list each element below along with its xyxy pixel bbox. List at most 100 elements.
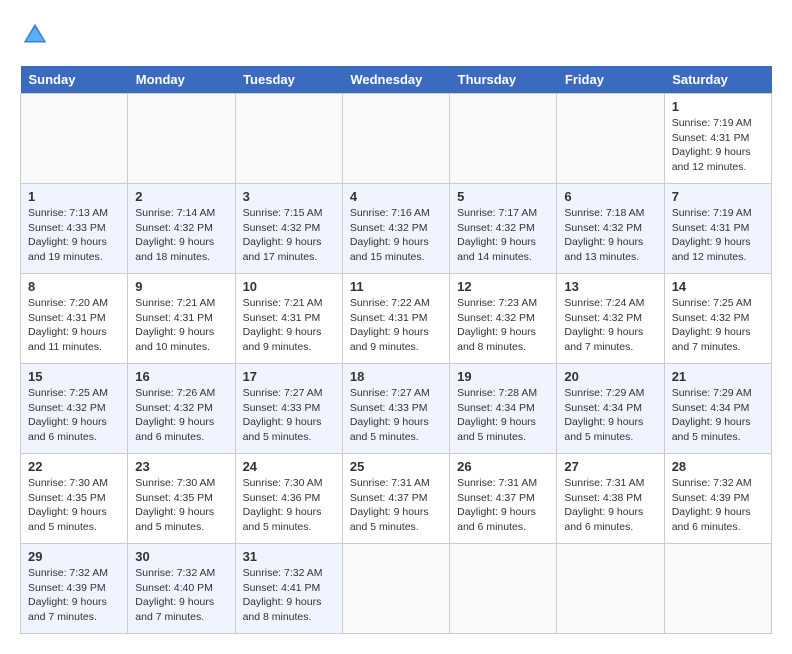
calendar-cell: 1 Sunrise: 7:19 AMSunset: 4:31 PMDaylight… <box>664 94 771 184</box>
calendar-cell: 15 Sunrise: 7:25 AMSunset: 4:32 PMDayligh… <box>21 364 128 454</box>
calendar-cell: 28Sunrise: 7:32 AMSunset: 4:39 PMDayligh… <box>664 454 771 544</box>
day-number: 22 <box>28 459 120 474</box>
day-info: Sunrise: 7:18 AMSunset: 4:32 PMDaylight:… <box>564 206 656 265</box>
day-number: 5 <box>457 189 549 204</box>
day-info: Sunrise: 7:30 AMSunset: 4:36 PMDaylight:… <box>243 476 335 535</box>
header-saturday: Saturday <box>664 66 771 94</box>
day-info: Sunrise: 7:29 AMSunset: 4:34 PMDaylight:… <box>672 386 764 445</box>
calendar-cell: 3 Sunrise: 7:15 AMSunset: 4:32 PMDaylight… <box>235 184 342 274</box>
calendar-cell: 31 Sunrise: 7:32 AMSunset: 4:41 PMDayligh… <box>235 544 342 634</box>
header-thursday: Thursday <box>450 66 557 94</box>
day-info: Sunrise: 7:31 AMSunset: 4:37 PMDaylight:… <box>457 476 549 535</box>
day-number: 21 <box>672 369 764 384</box>
calendar-week-row: 29Sunrise: 7:32 AMSunset: 4:39 PMDayligh… <box>21 544 772 634</box>
day-number: 1 <box>672 99 764 114</box>
day-number: 9 <box>135 279 227 294</box>
day-info: Sunrise: 7:21 AMSunset: 4:31 PMDaylight:… <box>243 296 335 355</box>
calendar-table: SundayMondayTuesdayWednesdayThursdayFrid… <box>20 66 772 634</box>
day-info: Sunrise: 7:17 AMSunset: 4:32 PMDaylight:… <box>457 206 549 265</box>
day-info: Sunrise: 7:19 AMSunset: 4:31 PMDaylight:… <box>672 206 764 265</box>
day-number: 18 <box>350 369 442 384</box>
calendar-cell <box>128 94 235 184</box>
calendar-cell: 6 Sunrise: 7:18 AMSunset: 4:32 PMDaylight… <box>557 184 664 274</box>
day-info: Sunrise: 7:16 AMSunset: 4:32 PMDaylight:… <box>350 206 442 265</box>
calendar-cell <box>664 544 771 634</box>
calendar-cell: 18 Sunrise: 7:27 AMSunset: 4:33 PMDayligh… <box>342 364 449 454</box>
day-number: 31 <box>243 549 335 564</box>
calendar-cell: 26 Sunrise: 7:31 AMSunset: 4:37 PMDayligh… <box>450 454 557 544</box>
calendar-cell: 23 Sunrise: 7:30 AMSunset: 4:35 PMDayligh… <box>128 454 235 544</box>
day-number: 6 <box>564 189 656 204</box>
calendar-cell: 9 Sunrise: 7:21 AMSunset: 4:31 PMDaylight… <box>128 274 235 364</box>
calendar-cell: 2Sunrise: 7:14 AMSunset: 4:32 PMDaylight… <box>128 184 235 274</box>
day-info: Sunrise: 7:24 AMSunset: 4:32 PMDaylight:… <box>564 296 656 355</box>
day-number: 4 <box>350 189 442 204</box>
calendar-cell: 13 Sunrise: 7:24 AMSunset: 4:32 PMDayligh… <box>557 274 664 364</box>
calendar-cell: 29Sunrise: 7:32 AMSunset: 4:39 PMDayligh… <box>21 544 128 634</box>
logo-icon <box>20 20 50 50</box>
day-info: Sunrise: 7:15 AMSunset: 4:32 PMDaylight:… <box>243 206 335 265</box>
day-number: 29 <box>28 549 120 564</box>
day-number: 25 <box>350 459 442 474</box>
page-header <box>20 20 772 50</box>
calendar-week-row: 15 Sunrise: 7:25 AMSunset: 4:32 PMDayligh… <box>21 364 772 454</box>
calendar-cell <box>342 94 449 184</box>
day-info: Sunrise: 7:21 AMSunset: 4:31 PMDaylight:… <box>135 296 227 355</box>
day-info: Sunrise: 7:23 AMSunset: 4:32 PMDaylight:… <box>457 296 549 355</box>
day-number: 27 <box>564 459 656 474</box>
day-number: 13 <box>564 279 656 294</box>
day-number: 14 <box>672 279 764 294</box>
day-number: 20 <box>564 369 656 384</box>
calendar-cell <box>235 94 342 184</box>
calendar-cell: 12Sunrise: 7:23 AMSunset: 4:32 PMDayligh… <box>450 274 557 364</box>
header-friday: Friday <box>557 66 664 94</box>
calendar-cell <box>450 544 557 634</box>
calendar-cell: 17Sunrise: 7:27 AMSunset: 4:33 PMDayligh… <box>235 364 342 454</box>
day-info: Sunrise: 7:32 AMSunset: 4:40 PMDaylight:… <box>135 566 227 625</box>
calendar-cell: 24 Sunrise: 7:30 AMSunset: 4:36 PMDayligh… <box>235 454 342 544</box>
day-number: 30 <box>135 549 227 564</box>
day-info: Sunrise: 7:25 AMSunset: 4:32 PMDaylight:… <box>672 296 764 355</box>
calendar-cell: 1Sunrise: 7:13 AMSunset: 4:33 PMDaylight… <box>21 184 128 274</box>
calendar-cell <box>450 94 557 184</box>
day-info: Sunrise: 7:32 AMSunset: 4:39 PMDaylight:… <box>672 476 764 535</box>
calendar-cell: 16Sunrise: 7:26 AMSunset: 4:32 PMDayligh… <box>128 364 235 454</box>
day-info: Sunrise: 7:32 AMSunset: 4:41 PMDaylight:… <box>243 566 335 625</box>
day-number: 8 <box>28 279 120 294</box>
day-info: Sunrise: 7:30 AMSunset: 4:35 PMDaylight:… <box>28 476 120 535</box>
calendar-cell: 27 Sunrise: 7:31 AMSunset: 4:38 PMDayligh… <box>557 454 664 544</box>
day-number: 26 <box>457 459 549 474</box>
calendar-cell <box>557 544 664 634</box>
day-info: Sunrise: 7:29 AMSunset: 4:34 PMDaylight:… <box>564 386 656 445</box>
header-monday: Monday <box>128 66 235 94</box>
calendar-cell: 20 Sunrise: 7:29 AMSunset: 4:34 PMDayligh… <box>557 364 664 454</box>
day-info: Sunrise: 7:22 AMSunset: 4:31 PMDaylight:… <box>350 296 442 355</box>
day-number: 17 <box>243 369 335 384</box>
calendar-week-row: 8Sunrise: 7:20 AMSunset: 4:31 PMDaylight… <box>21 274 772 364</box>
header-sunday: Sunday <box>21 66 128 94</box>
day-number: 23 <box>135 459 227 474</box>
day-info: Sunrise: 7:31 AMSunset: 4:37 PMDaylight:… <box>350 476 442 535</box>
day-info: Sunrise: 7:19 AMSunset: 4:31 PMDaylight:… <box>672 116 764 175</box>
day-number: 24 <box>243 459 335 474</box>
calendar-cell <box>342 544 449 634</box>
logo <box>20 20 54 50</box>
header-wednesday: Wednesday <box>342 66 449 94</box>
day-info: Sunrise: 7:26 AMSunset: 4:32 PMDaylight:… <box>135 386 227 445</box>
day-info: Sunrise: 7:25 AMSunset: 4:32 PMDaylight:… <box>28 386 120 445</box>
calendar-cell: 4 Sunrise: 7:16 AMSunset: 4:32 PMDaylight… <box>342 184 449 274</box>
day-info: Sunrise: 7:28 AMSunset: 4:34 PMDaylight:… <box>457 386 549 445</box>
day-number: 7 <box>672 189 764 204</box>
day-number: 10 <box>243 279 335 294</box>
day-info: Sunrise: 7:31 AMSunset: 4:38 PMDaylight:… <box>564 476 656 535</box>
day-info: Sunrise: 7:27 AMSunset: 4:33 PMDaylight:… <box>350 386 442 445</box>
day-info: Sunrise: 7:30 AMSunset: 4:35 PMDaylight:… <box>135 476 227 535</box>
day-number: 15 <box>28 369 120 384</box>
calendar-cell: 19 Sunrise: 7:28 AMSunset: 4:34 PMDayligh… <box>450 364 557 454</box>
day-number: 19 <box>457 369 549 384</box>
day-number: 3 <box>243 189 335 204</box>
calendar-cell: 8Sunrise: 7:20 AMSunset: 4:31 PMDaylight… <box>21 274 128 364</box>
calendar-cell: 25 Sunrise: 7:31 AMSunset: 4:37 PMDayligh… <box>342 454 449 544</box>
day-info: Sunrise: 7:13 AMSunset: 4:33 PMDaylight:… <box>28 206 120 265</box>
day-number: 2 <box>135 189 227 204</box>
